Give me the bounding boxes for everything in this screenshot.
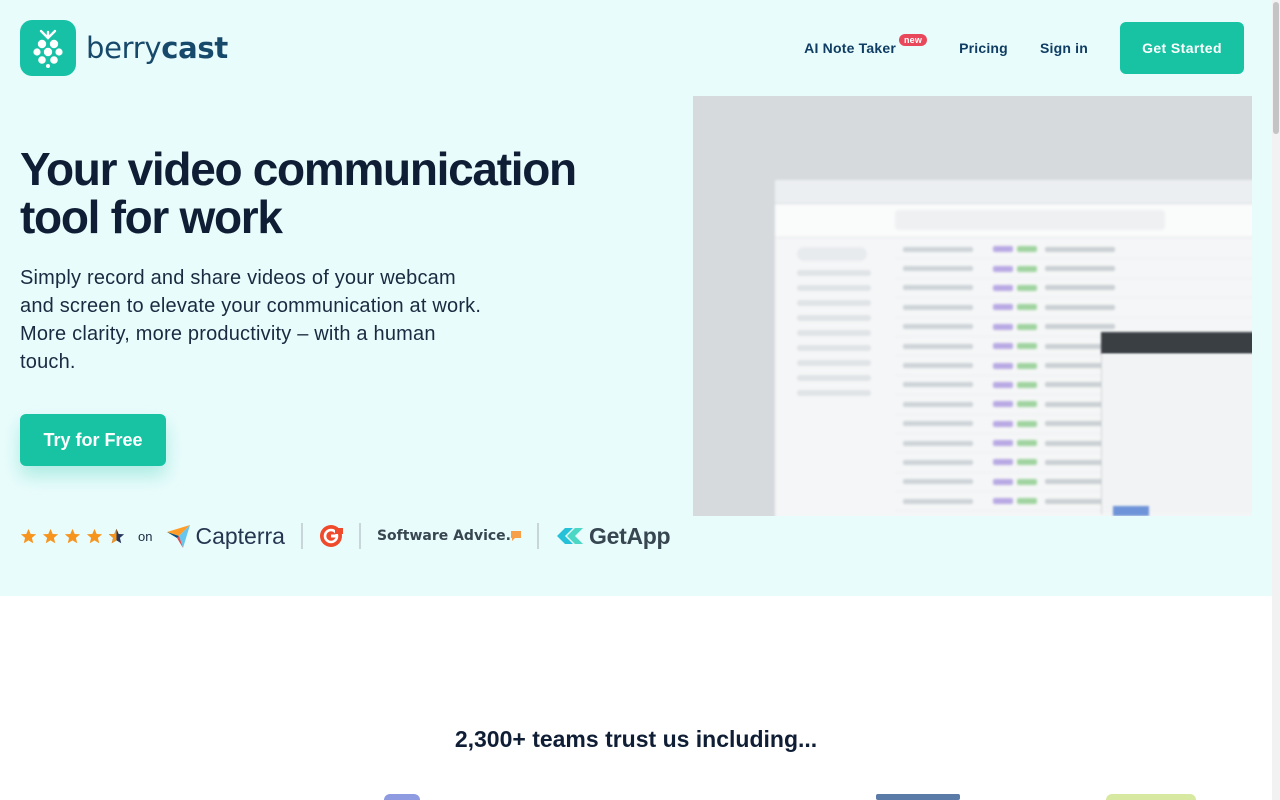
g2-icon	[319, 525, 343, 547]
nav-pricing[interactable]: Pricing	[959, 40, 1008, 56]
divider	[537, 523, 539, 549]
window-sidebar	[775, 238, 885, 516]
speech-bubble-icon	[511, 531, 521, 541]
send-chip	[1113, 506, 1149, 516]
capterra-wordmark: Capterra	[195, 522, 285, 549]
star-icon	[42, 528, 59, 543]
client-logo	[1106, 794, 1196, 800]
window-titlebar	[775, 180, 1252, 204]
trust-heading: 2,300+ teams trust us including...	[454, 726, 818, 752]
client-logo	[876, 794, 960, 800]
getapp-wordmark: GetApp	[589, 522, 671, 549]
new-badge: new	[898, 34, 928, 46]
ratings-strip: on Capterra G2 Software Advice.	[20, 518, 671, 554]
hero-section: berrycast AI Note Taker new Pricing Sign…	[0, 0, 1272, 596]
getapp-logo[interactable]: GetApp	[555, 522, 671, 550]
nav-sign-in[interactable]: Sign in	[1040, 40, 1088, 56]
getapp-icon	[557, 528, 583, 544]
software-advice-logo[interactable]: Software Advice.	[377, 528, 521, 544]
g2-logo[interactable]: G2	[319, 524, 343, 548]
compose-popup	[1101, 354, 1252, 514]
window-search-row	[775, 204, 1252, 238]
half-star-icon	[108, 528, 125, 543]
star-icon	[20, 528, 37, 543]
divider	[300, 523, 303, 549]
logo-wordmark: berrycast	[86, 31, 228, 65]
berrycast-logo[interactable]: berrycast	[20, 20, 228, 76]
try-for-free-button[interactable]: Try for Free	[20, 414, 166, 466]
page-scrollbar[interactable]	[1272, 0, 1280, 800]
berry-icon	[20, 20, 76, 76]
top-nav: AI Note Taker new Pricing Sign in Get St…	[804, 22, 1244, 74]
software-advice-wordmark: Software Advice.	[376, 528, 511, 544]
star-icon	[86, 528, 103, 543]
product-demo-video[interactable]	[693, 96, 1252, 516]
hero-subtext: Simply record and share videos of your w…	[20, 267, 482, 373]
star-icon	[64, 528, 81, 543]
nav-ai-note-taker-label: AI Note Taker	[804, 40, 896, 56]
hero-headline: Your video communication tool for work	[20, 143, 577, 243]
capterra-icon	[167, 525, 191, 548]
divider	[358, 523, 361, 549]
rating-on-label: on	[138, 528, 153, 544]
capterra-logo[interactable]: Capterra	[166, 522, 285, 550]
nav-ai-note-taker[interactable]: AI Note Taker new	[804, 34, 928, 56]
scrollbar-thumb[interactable]	[1273, 2, 1279, 134]
compose-popup-header	[1101, 332, 1252, 354]
star-rating	[20, 528, 130, 545]
client-logo	[384, 794, 420, 800]
get-started-button[interactable]: Get Started	[1120, 22, 1244, 74]
